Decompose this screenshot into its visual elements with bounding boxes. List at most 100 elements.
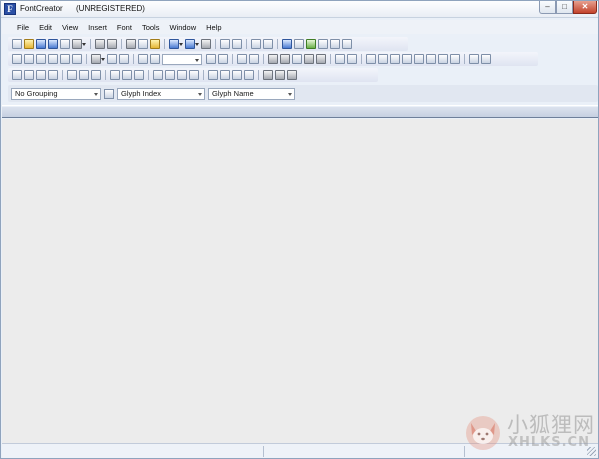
contours-icon[interactable]: [347, 54, 357, 64]
zoom-out-icon[interactable]: [150, 54, 160, 64]
descender-icon[interactable]: [244, 70, 254, 80]
split-icon[interactable]: [153, 70, 163, 80]
menu-file[interactable]: File: [12, 23, 34, 32]
menu-tools[interactable]: Tools: [137, 23, 165, 32]
menu-view[interactable]: View: [57, 23, 83, 32]
glyph-map-icon[interactable]: [318, 39, 328, 49]
flip-vertical-icon[interactable]: [79, 70, 89, 80]
menu-window[interactable]: Window: [164, 23, 201, 32]
start-point-icon[interactable]: [122, 70, 132, 80]
round-icon[interactable]: [134, 70, 144, 80]
menu-insert[interactable]: Insert: [83, 23, 112, 32]
new-file-icon[interactable]: [12, 39, 22, 49]
distribute-icon[interactable]: [402, 54, 412, 64]
background-icon[interactable]: [268, 54, 278, 64]
menu-font[interactable]: Font: [112, 23, 137, 32]
zoom-in-icon[interactable]: [138, 54, 148, 64]
app-icon[interactable]: F: [4, 3, 16, 15]
rectangle-icon[interactable]: [304, 54, 314, 64]
pencil-icon[interactable]: [60, 54, 70, 64]
text-tool-icon[interactable]: [342, 39, 352, 49]
registration-status: (UNREGISTERED): [76, 4, 145, 13]
scale-icon[interactable]: [481, 54, 491, 64]
mdi-workspace[interactable]: [2, 119, 598, 443]
group-icon[interactable]: [263, 70, 273, 80]
subtract-icon[interactable]: [48, 70, 58, 80]
move-icon[interactable]: [294, 39, 304, 49]
center-icon[interactable]: [208, 70, 218, 80]
glyph-name-dropdown[interactable]: Glyph Name: [208, 87, 295, 100]
save-icon[interactable]: [48, 39, 58, 49]
join-icon[interactable]: [165, 70, 175, 80]
zoom-combo[interactable]: [162, 53, 202, 65]
open-folder-icon[interactable]: [24, 39, 34, 49]
pen-icon[interactable]: [48, 54, 58, 64]
menu-help[interactable]: Help: [201, 23, 226, 32]
anchor-icon[interactable]: [438, 54, 448, 64]
baseline-icon[interactable]: [220, 70, 230, 80]
line-icon[interactable]: [292, 54, 302, 64]
hand-icon[interactable]: [36, 54, 46, 64]
intersect-icon[interactable]: [24, 70, 34, 80]
trace-icon[interactable]: [280, 54, 290, 64]
smooth-icon[interactable]: [177, 70, 187, 80]
grid-icon[interactable]: [206, 54, 216, 64]
paste-icon[interactable]: [150, 39, 160, 49]
transform-icon[interactable]: [469, 54, 479, 64]
toolbar-separator: [215, 39, 216, 49]
align-left-icon[interactable]: [366, 54, 376, 64]
redo-icon[interactable]: [185, 39, 199, 49]
menu-bar: File Edit View Insert Font Tools Window …: [2, 20, 598, 34]
align-right-icon[interactable]: [390, 54, 400, 64]
pointer-icon[interactable]: [24, 54, 34, 64]
find-icon[interactable]: [107, 39, 117, 49]
check-icon[interactable]: [306, 39, 316, 49]
arrow-icon[interactable]: [237, 54, 247, 64]
measure-icon[interactable]: [107, 54, 117, 64]
align-center-icon[interactable]: [378, 54, 388, 64]
save-as-icon[interactable]: [60, 39, 70, 49]
select-rectangle-icon[interactable]: [12, 54, 22, 64]
test-font-icon[interactable]: [282, 39, 292, 49]
properties-icon[interactable]: [220, 39, 230, 49]
copy-icon[interactable]: [138, 39, 148, 49]
ungroup-icon[interactable]: [275, 70, 285, 80]
guides-icon[interactable]: [218, 54, 228, 64]
layers-icon[interactable]: [287, 70, 297, 80]
rotate-icon[interactable]: [91, 70, 101, 80]
ellipse-icon[interactable]: [316, 54, 326, 64]
ascender-icon[interactable]: [232, 70, 242, 80]
filter-icon[interactable]: [104, 88, 114, 99]
open-installed-icon[interactable]: [36, 39, 46, 49]
corner-icon[interactable]: [189, 70, 199, 80]
print-icon[interactable]: [95, 39, 105, 49]
font-info-icon[interactable]: [232, 39, 242, 49]
layout-icon[interactable]: [330, 39, 340, 49]
metrics-icon[interactable]: [414, 54, 424, 64]
combine-icon[interactable]: [12, 70, 22, 80]
maximize-button[interactable]: □: [556, 1, 573, 14]
knife-icon[interactable]: [249, 54, 259, 64]
install-font-icon[interactable]: [72, 39, 86, 49]
grouping-dropdown[interactable]: No Grouping: [11, 87, 101, 100]
points-icon[interactable]: [335, 54, 345, 64]
menu-edit[interactable]: Edit: [34, 23, 57, 32]
exclude-icon[interactable]: [36, 70, 46, 80]
glyph-index-dropdown[interactable]: Glyph Index: [117, 87, 205, 100]
preview-icon[interactable]: [263, 39, 273, 49]
direction-icon[interactable]: [110, 70, 120, 80]
refresh-icon[interactable]: [201, 39, 211, 49]
flip-horizontal-icon[interactable]: [67, 70, 77, 80]
cut-icon[interactable]: [126, 39, 136, 49]
close-button[interactable]: ✕: [573, 1, 597, 14]
image-icon[interactable]: [91, 54, 105, 64]
hint-icon[interactable]: [426, 54, 436, 64]
snap-icon[interactable]: [119, 54, 129, 64]
minimize-button[interactable]: –: [539, 1, 556, 14]
kerning-icon[interactable]: [450, 54, 460, 64]
title-bar[interactable]: F FontCreator (UNREGISTERED) – □ ✕: [1, 1, 598, 18]
validate-icon[interactable]: [251, 39, 261, 49]
undo-icon[interactable]: [169, 39, 183, 49]
toolbar-separator: [148, 70, 149, 80]
eraser-icon[interactable]: [72, 54, 82, 64]
